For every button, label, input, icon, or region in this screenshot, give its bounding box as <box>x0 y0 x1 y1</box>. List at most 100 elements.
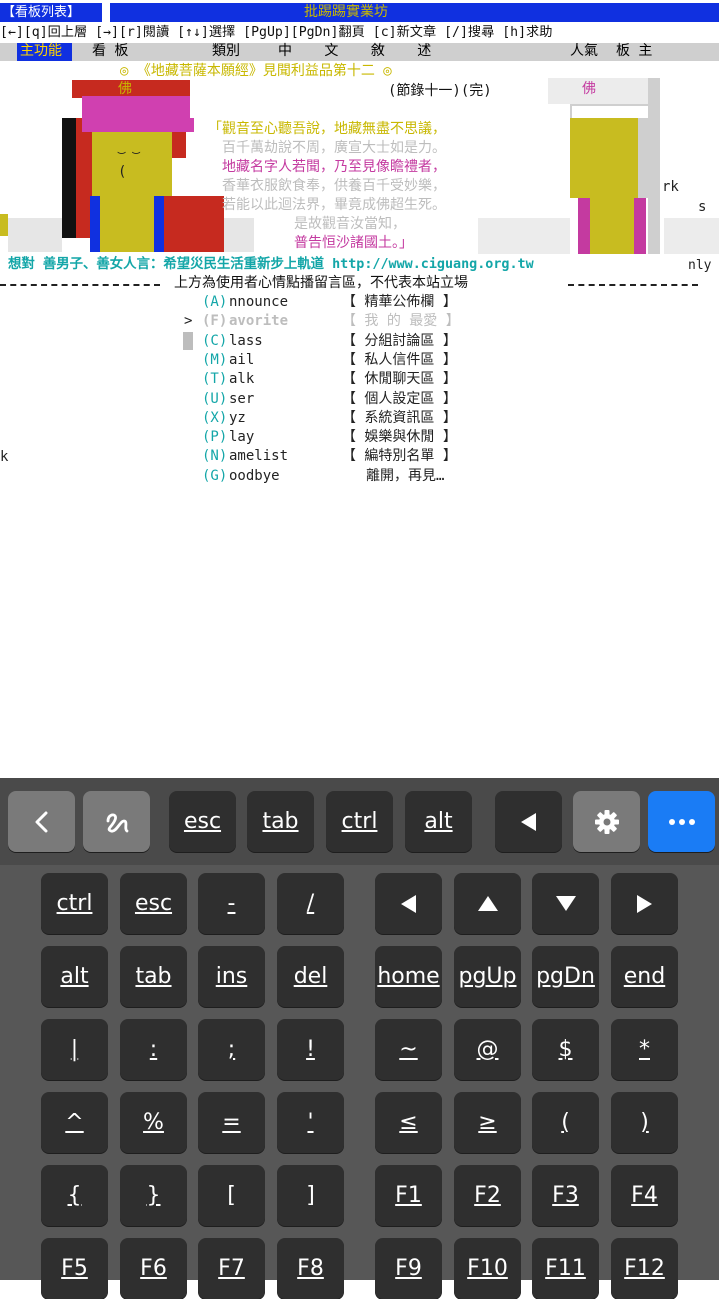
key-f4[interactable]: F4 <box>611 1165 678 1226</box>
key-f3[interactable]: F3 <box>532 1165 599 1226</box>
disclaimer-dash-left <box>0 284 160 286</box>
toolbar-tab-key[interactable]: tab <box>247 791 314 852</box>
key-home[interactable]: home <box>375 946 442 1007</box>
menu-item-hotkey: (X) <box>202 409 228 426</box>
right-buddha-label: 佛 <box>582 81 596 97</box>
key-tab[interactable]: tab <box>120 946 187 1007</box>
menu-item-description: 【 我 的 最愛 】 <box>342 313 460 330</box>
toolbar-ctrl-key[interactable]: ctrl <box>326 791 393 852</box>
verse-line-6: 是故觀音汝當知， <box>294 216 406 232</box>
arrow-left-icon <box>401 894 416 913</box>
key-sym30[interactable]: ^ <box>41 1092 108 1153</box>
key-pgup[interactable]: pgUp <box>454 946 521 1007</box>
key-sym33[interactable]: ' <box>277 1092 344 1153</box>
toolbar-left-button[interactable] <box>495 791 562 852</box>
verse-line-1: 「觀音至心聽吾說，地藏無盡不思議， <box>208 121 446 137</box>
verse-line-3: 地藏名字人若聞，乃至見像瞻禮者， <box>222 159 446 175</box>
key-f2[interactable]: F2 <box>454 1165 521 1226</box>
menu-item-name: lass <box>229 332 263 349</box>
key-del[interactable]: del <box>277 946 344 1007</box>
key-f1[interactable]: F1 <box>375 1165 442 1226</box>
header-title-bar <box>110 3 719 22</box>
key-sym02[interactable]: - <box>198 873 265 934</box>
key-f12[interactable]: F12 <box>611 1238 678 1299</box>
more-icon <box>668 818 695 825</box>
key-sym32[interactable]: = <box>198 1092 265 1153</box>
key-f6[interactable]: F6 <box>120 1238 187 1299</box>
column-header-popularity: 人氣 <box>570 43 598 59</box>
key-f7[interactable]: F7 <box>198 1238 265 1299</box>
key-sym24[interactable]: ~ <box>375 1019 442 1080</box>
terminal-screen[interactable]: 【看板列表】 批踢踢實業坊 [←][q]回上層 [→][r]閱讀 [↑↓]選擇 … <box>0 0 719 778</box>
column-header-board: 看 板 <box>92 43 129 59</box>
menu-item-hotkey: (G) <box>202 467 228 484</box>
chevron-left-icon <box>35 811 47 832</box>
wish-tail: nly <box>688 258 712 273</box>
key-f8[interactable]: F8 <box>277 1238 344 1299</box>
wish-line: 想對 善男子、善女人言：希望災民生活重新步上軌道 http://www.cigu… <box>8 255 534 274</box>
column-header-class: 類別 <box>212 43 240 59</box>
arrow-up-key[interactable] <box>454 873 521 934</box>
key-esc[interactable]: esc <box>120 873 187 934</box>
menu-item-name: amelist <box>229 448 289 465</box>
draw-button[interactable] <box>83 791 150 852</box>
arrow-right-icon <box>637 894 652 913</box>
menu-item-name: ail <box>229 351 255 368</box>
menu-item-description: 【 娛樂與休閒 】 <box>342 429 457 446</box>
key-sym40[interactable]: { <box>41 1165 108 1226</box>
gear-icon <box>594 809 619 834</box>
key-sym37[interactable]: ) <box>611 1092 678 1153</box>
key-f5[interactable]: F5 <box>41 1238 108 1299</box>
settings-button[interactable] <box>573 791 640 852</box>
arrow-right-key[interactable] <box>611 873 678 934</box>
key-sym27[interactable]: * <box>611 1019 678 1080</box>
key-sym35[interactable]: ≥ <box>454 1092 521 1153</box>
arrow-left-key[interactable] <box>375 873 442 934</box>
key-sym21[interactable]: : <box>120 1019 187 1080</box>
key-sym26[interactable]: $ <box>532 1019 599 1080</box>
side-text-rk: rk <box>662 179 679 195</box>
wish-text: 想對 善男子、善女人言：希望災民生活重新步上軌道 http://www.cigu… <box>8 257 534 272</box>
menu-item-hotkey: (N) <box>202 448 228 465</box>
help-line: [←][q]回上層 [→][r]閱讀 [↑↓]選擇 [PgUp][PgDn]翻頁… <box>0 25 553 40</box>
key-sym43[interactable]: ] <box>277 1165 344 1226</box>
key-ctrl[interactable]: ctrl <box>41 873 108 934</box>
verse-line-2: 百千萬劫說不周，廣宣大士如是力。 <box>222 140 446 156</box>
terminal-cursor <box>183 332 193 350</box>
key-f9[interactable]: F9 <box>375 1238 442 1299</box>
key-sym42[interactable]: [ <box>198 1165 265 1226</box>
menu-cursor: > <box>184 313 193 330</box>
back-button[interactable] <box>8 791 75 852</box>
menu-item-name: yz <box>229 409 246 426</box>
arrow-up-icon <box>477 896 498 911</box>
key-sym34[interactable]: ≤ <box>375 1092 442 1153</box>
disclaimer: 上方為使用者心情點播留言區，不代表本站立場 <box>174 275 468 291</box>
menu-item-hotkey: (P) <box>202 429 228 446</box>
arrow-down-key[interactable] <box>532 873 599 934</box>
left-buddha-label: 佛 <box>118 81 132 97</box>
menu-item-description: 【 編特別名單 】 <box>342 448 457 465</box>
key-sym20[interactable]: | <box>41 1019 108 1080</box>
key-alt[interactable]: alt <box>41 946 108 1007</box>
key-sym31[interactable]: % <box>120 1092 187 1153</box>
key-sym36[interactable]: ( <box>532 1092 599 1153</box>
key-sym41[interactable]: } <box>120 1165 187 1226</box>
side-text-s: s <box>698 199 707 215</box>
key-f11[interactable]: F11 <box>532 1238 599 1299</box>
key-ins[interactable]: ins <box>198 946 265 1007</box>
menu-item-hotkey: (F) <box>202 313 228 330</box>
key-pgdn[interactable]: pgDn <box>532 946 599 1007</box>
arrow-down-icon <box>555 896 576 911</box>
key-sym25[interactable]: @ <box>454 1019 521 1080</box>
key-f10[interactable]: F10 <box>454 1238 521 1299</box>
menu-item-description: 【 系統資訊區 】 <box>342 409 457 426</box>
key-sym22[interactable]: ; <box>198 1019 265 1080</box>
toolbar-esc-key[interactable]: esc <box>169 791 236 852</box>
key-sym23[interactable]: ! <box>277 1019 344 1080</box>
toolbar-alt-key[interactable]: alt <box>405 791 472 852</box>
key-end[interactable]: end <box>611 946 678 1007</box>
menu-item-description: 【 分組討論區 】 <box>342 332 457 349</box>
more-button[interactable] <box>648 791 715 852</box>
header-site-title: 批踢踢實業坊 <box>304 4 388 20</box>
key-sym03[interactable]: / <box>277 873 344 934</box>
